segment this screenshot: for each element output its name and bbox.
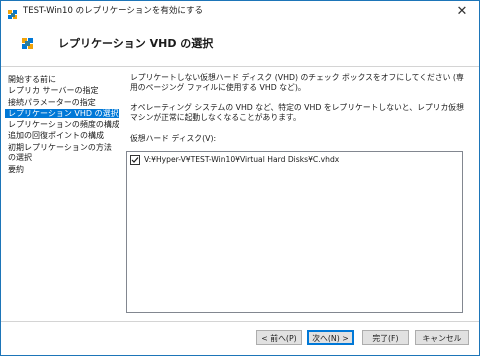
nav-item-before-you-begin[interactable]: 開始する前に [5, 75, 119, 84]
instruction-text: レプリケートしない仮想ハード ディスク (VHD) のチェック ボックスをオフに… [130, 73, 464, 92]
footer-divider [1, 321, 479, 322]
list-item[interactable]: V:¥Hyper-V¥TEST-Win10¥Virtual Hard Disks… [130, 155, 339, 165]
close-icon[interactable]: ✕ [445, 1, 479, 23]
vhd-path: V:¥Hyper-V¥TEST-Win10¥Virtual Hard Disks… [144, 155, 340, 164]
wizard-window: TEST-Win10 のレプリケーションを有効にする ✕ レプリケーション VH… [0, 0, 480, 356]
vhd-checkbox[interactable] [130, 155, 140, 165]
nav-item-replica-server[interactable]: レプリカ サーバーの指定 [5, 86, 119, 95]
header-divider [1, 66, 479, 67]
nav-item-summary[interactable]: 要約 [5, 165, 119, 174]
nav-item-connection-parameters[interactable]: 接続パラメーターの指定 [5, 98, 119, 107]
nav-item-initial-replication[interactable]: 初期レプリケーションの方法の選択 [5, 143, 119, 163]
title-bar: TEST-Win10 のレプリケーションを有効にする ✕ [1, 1, 479, 23]
vhd-list[interactable]: V:¥Hyper-V¥TEST-Win10¥Virtual Hard Disks… [126, 151, 463, 313]
window-title: TEST-Win10 のレプリケーションを有効にする [23, 6, 203, 16]
next-button[interactable]: 次へ(N) > [307, 330, 354, 345]
page-content: レプリケートしない仮想ハード ディスク (VHD) のチェック ボックスをオフに… [130, 73, 464, 144]
page-header: レプリケーション VHD の選択 [1, 23, 479, 66]
page-title: レプリケーション VHD の選択 [58, 37, 214, 50]
previous-button[interactable]: < 前へ(P) [256, 330, 302, 345]
wizard-header-icon [20, 36, 36, 52]
nav-item-replication-frequency[interactable]: レプリケーションの頻度の構成 [5, 120, 119, 129]
cancel-button[interactable]: キャンセル [415, 330, 469, 345]
warning-text: オペレーティング システムの VHD など、特定の VHD をレプリケートしない… [130, 103, 464, 122]
finish-button[interactable]: 完了(F) [362, 330, 409, 345]
wizard-steps-nav: 開始する前に レプリカ サーバーの指定 接続パラメーターの指定 レプリケーション… [5, 75, 119, 176]
vhd-list-label: 仮想ハード ディスク(V): [130, 134, 217, 143]
nav-item-recovery-points[interactable]: 追加の回復ポイントの構成 [5, 131, 119, 140]
checkmark-icon [131, 157, 139, 163]
nav-item-replication-vhds[interactable]: レプリケーション VHD の選択 [5, 108, 119, 118]
hyper-v-app-icon [7, 6, 19, 19]
